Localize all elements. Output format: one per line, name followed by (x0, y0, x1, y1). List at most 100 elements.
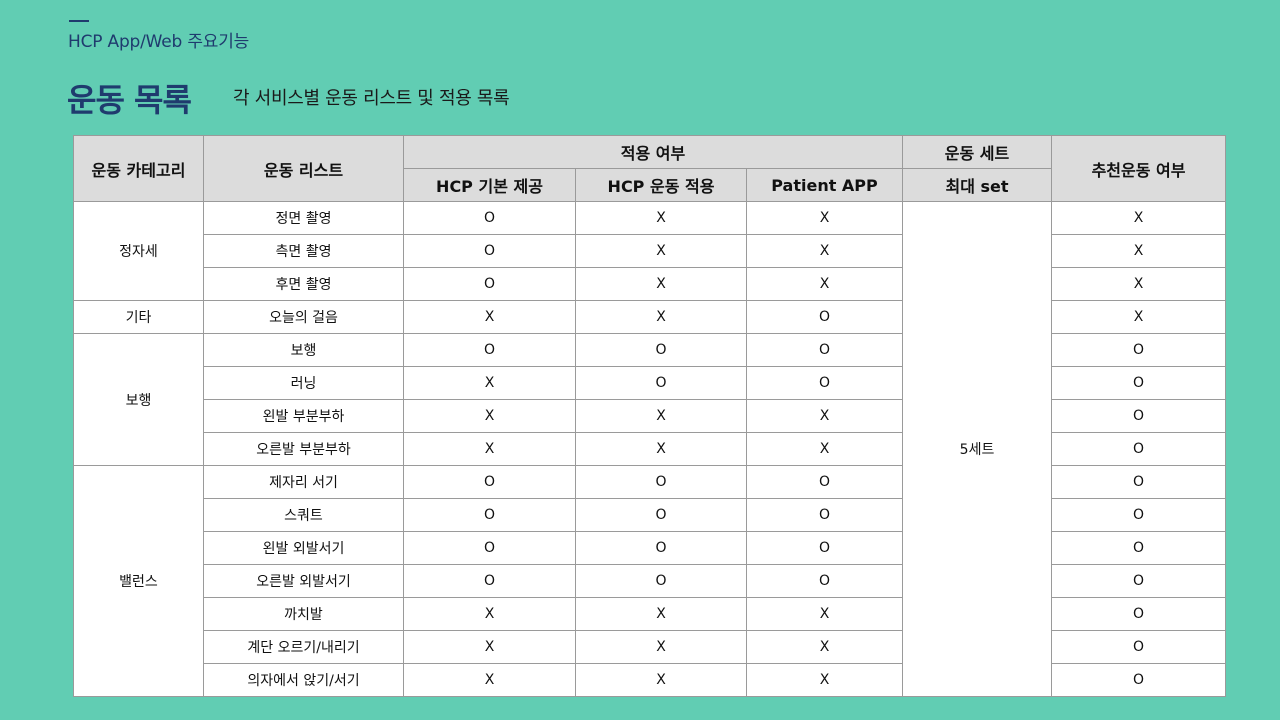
table-row: 오른발 부분부하 X X X O (74, 432, 1227, 466)
recommended-cell: O (1051, 531, 1227, 565)
hcp-basic-cell: X (403, 366, 576, 400)
patient-app-cell: O (745, 564, 904, 598)
patient-app-cell: O (745, 366, 904, 400)
patient-app-cell: X (745, 201, 904, 235)
recommended-cell: O (1051, 663, 1227, 697)
patient-app-cell: X (745, 234, 904, 268)
hcp-basic-cell: X (403, 300, 576, 334)
exercise-cell: 스쿼트 (203, 498, 404, 532)
recommended-cell: X (1051, 300, 1227, 334)
hcp-basic-cell: X (403, 630, 576, 664)
recommended-cell: O (1051, 366, 1227, 400)
exercise-cell: 오른발 부분부하 (203, 432, 404, 466)
hcp-basic-cell: X (403, 663, 576, 697)
exercise-cell: 까치발 (203, 597, 404, 631)
table-header-row: 운동 카테고리 운동 리스트 적용 여부 운동 세트 추천운동 여부 (73, 135, 1227, 202)
patient-app-cell: O (745, 531, 904, 565)
table-row: 계단 오르기/내리기 X X X O (74, 630, 1227, 664)
patient-app-cell: O (745, 333, 904, 367)
exercise-cell: 제자리 서기 (203, 465, 404, 499)
recommended-cell: O (1051, 498, 1227, 532)
category-cell: 기타 (73, 300, 204, 334)
patient-app-cell: O (745, 300, 904, 334)
table-row: 밸런스 제자리 서기 O O O O (73, 465, 1227, 697)
recommended-cell: X (1051, 201, 1227, 235)
exercise-cell: 의자에서 앉기/서기 (203, 663, 404, 697)
table-row: 러닝 X O O O (74, 366, 1227, 400)
hcp-basic-cell: X (403, 399, 576, 433)
patient-app-cell: O (745, 498, 904, 532)
page-subtitle: 각 서비스별 운동 리스트 및 적용 목록 (233, 88, 510, 109)
exercise-cell: 왼발 부분부하 (203, 399, 404, 433)
table-row: 기타 오늘의 걸음 X X O X (73, 300, 1227, 334)
recommended-cell: X (1051, 267, 1227, 301)
patient-app-cell: X (745, 630, 904, 664)
hcp-basic-cell: O (403, 465, 576, 499)
category-cell: 정자세 (73, 201, 204, 301)
hcp-exercise-cell: X (575, 234, 747, 268)
hcp-basic-cell: O (403, 201, 576, 235)
exercise-cell: 오늘의 걸음 (203, 300, 404, 334)
exercise-cell: 후면 촬영 (203, 267, 404, 301)
recommended-cell: O (1051, 465, 1227, 499)
table-body: 정자세 정면 촬영 O X X 5세트 X 측면 촬영 O X X X 후면 촬영 O X X X 기타 오늘의 걸… (73, 201, 1227, 697)
recommended-cell: O (1051, 564, 1227, 598)
patient-app-cell: O (745, 465, 904, 499)
patient-app-cell: X (745, 399, 904, 433)
hcp-exercise-cell: X (575, 267, 747, 301)
table-row: 오른발 외발서기 O O O O (74, 564, 1227, 598)
table-row: 후면 촬영 O X X X (74, 267, 1227, 301)
hcp-basic-cell: X (403, 597, 576, 631)
hcp-basic-cell: O (403, 531, 576, 565)
exercise-cell: 측면 촬영 (203, 234, 404, 268)
recommended-cell: O (1051, 432, 1227, 466)
header-accent-line (69, 20, 89, 22)
page-title: 운동 목록 (67, 81, 192, 119)
header-set-group: 운동 세트 (902, 135, 1053, 169)
table-row: 왼발 외발서기 O O O O (74, 531, 1227, 565)
exercise-cell: 정면 촬영 (203, 201, 404, 235)
hcp-exercise-cell: X (575, 597, 747, 631)
header-patient-app: Patient APP (745, 168, 904, 202)
category-cell: 밸런스 (73, 465, 204, 697)
hcp-exercise-cell: X (575, 300, 747, 334)
hcp-exercise-cell: O (575, 564, 747, 598)
max-set-cell: 5세트 (902, 201, 1053, 697)
category-cell: 보행 (73, 333, 204, 466)
header-category: 운동 카테고리 (73, 135, 204, 202)
table-row: 스쿼트 O O O O (74, 498, 1227, 532)
header-hcp-exercise: HCP 운동 적용 (575, 168, 747, 202)
hcp-exercise-cell: X (575, 201, 747, 235)
exercise-table: 운동 카테고리 운동 리스트 적용 여부 운동 세트 추천운동 여부 HCP 기… (73, 135, 1227, 697)
header-recommended: 추천운동 여부 (1051, 135, 1227, 202)
table-row: 정자세 정면 촬영 O X X 5세트 X (73, 201, 1227, 697)
table-row: 까치발 X X X O (74, 597, 1227, 631)
table-row: 의자에서 앉기/서기 X X X O (74, 663, 1227, 697)
header-label: HCP App/Web 주요기능 (68, 32, 250, 52)
recommended-cell: O (1051, 333, 1227, 367)
recommended-cell: X (1051, 234, 1227, 268)
hcp-basic-cell: O (403, 564, 576, 598)
recommended-cell: O (1051, 399, 1227, 433)
hcp-basic-cell: O (403, 234, 576, 268)
table-row: 왼발 부분부하 X X X O (74, 399, 1227, 433)
recommended-cell: O (1051, 597, 1227, 631)
patient-app-cell: X (745, 432, 904, 466)
hcp-basic-cell: X (403, 432, 576, 466)
hcp-exercise-cell: O (575, 531, 747, 565)
exercise-cell: 오른발 외발서기 (203, 564, 404, 598)
header-max-set: 최대 set (902, 168, 1053, 202)
hcp-exercise-cell: O (575, 465, 747, 499)
hcp-basic-cell: O (403, 333, 576, 367)
exercise-cell: 왼발 외발서기 (203, 531, 404, 565)
hcp-exercise-cell: O (575, 333, 747, 367)
exercise-cell: 보행 (203, 333, 404, 367)
patient-app-cell: X (745, 597, 904, 631)
hcp-exercise-cell: X (575, 432, 747, 466)
patient-app-cell: X (745, 267, 904, 301)
hcp-exercise-cell: X (575, 399, 747, 433)
recommended-cell: O (1051, 630, 1227, 664)
header-exercise: 운동 리스트 (203, 135, 404, 202)
hcp-basic-cell: O (403, 267, 576, 301)
hcp-exercise-cell: O (575, 366, 747, 400)
